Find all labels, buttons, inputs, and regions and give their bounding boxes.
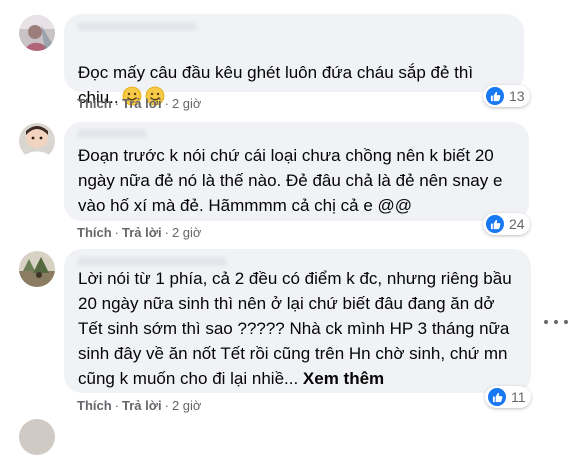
separator-dot: · <box>164 96 169 111</box>
comment-time[interactable]: 2 giờ <box>172 225 202 240</box>
reply-link[interactable]: Trả lời <box>122 398 162 413</box>
separator-dot: · <box>114 96 120 111</box>
avatar[interactable] <box>19 251 55 287</box>
like-link[interactable]: Thích <box>77 225 112 240</box>
comment-actions: Thích · Trả lời · 2 giờ <box>77 397 201 415</box>
comment-bubble: Lời nói từ 1 phía, cả 2 đều có điểm k đc… <box>64 249 531 393</box>
reaction-summary[interactable]: 24 <box>483 213 530 235</box>
commenter-name[interactable] <box>77 129 147 138</box>
thumbs-up-icon <box>486 87 504 105</box>
commenter-name[interactable] <box>77 257 227 266</box>
reaction-count: 24 <box>509 216 525 232</box>
comment-text: Đoạn trước k nói chứ cái loại chưa chồng… <box>78 146 503 215</box>
separator-dot: · <box>114 225 120 240</box>
thumbs-up-icon <box>488 388 506 406</box>
separator-dot: · <box>164 225 169 240</box>
more-options-icon[interactable] <box>544 317 568 327</box>
comment-time[interactable]: 2 giờ <box>172 398 202 413</box>
comment-bubble: Đọc mấy câu đầu kêu ghét luôn đứa cháu s… <box>64 14 524 107</box>
thumbs-up-icon <box>486 215 504 233</box>
like-link[interactable]: Thích <box>77 398 112 413</box>
reaction-count: 13 <box>509 88 525 104</box>
like-link[interactable]: Thích <box>77 96 112 111</box>
avatar[interactable] <box>19 123 55 159</box>
reaction-count: 11 <box>511 389 526 405</box>
reply-link[interactable]: Trả lời <box>122 225 162 240</box>
see-more-link[interactable]: Xem thêm <box>303 369 384 388</box>
separator-dot: · <box>164 398 169 413</box>
comment-bubble: Đoạn trước k nói chứ cái loại chưa chồng… <box>64 122 529 221</box>
avatar[interactable] <box>19 15 55 51</box>
commenter-name[interactable] <box>77 22 197 31</box>
comment-actions: Thích · Trả lời · 2 giờ <box>77 224 201 242</box>
comment-text: Lời nói từ 1 phía, cả 2 đều có điểm k đc… <box>78 269 512 388</box>
reaction-summary[interactable]: 13 <box>483 85 530 107</box>
reply-link[interactable]: Trả lời <box>122 96 162 111</box>
comment-actions: Thích · Trả lời · 2 giờ <box>77 95 201 113</box>
separator-dot: · <box>114 398 120 413</box>
avatar[interactable] <box>19 419 55 455</box>
comment-time[interactable]: 2 giờ <box>172 96 202 111</box>
reaction-summary[interactable]: 11 <box>485 386 531 408</box>
